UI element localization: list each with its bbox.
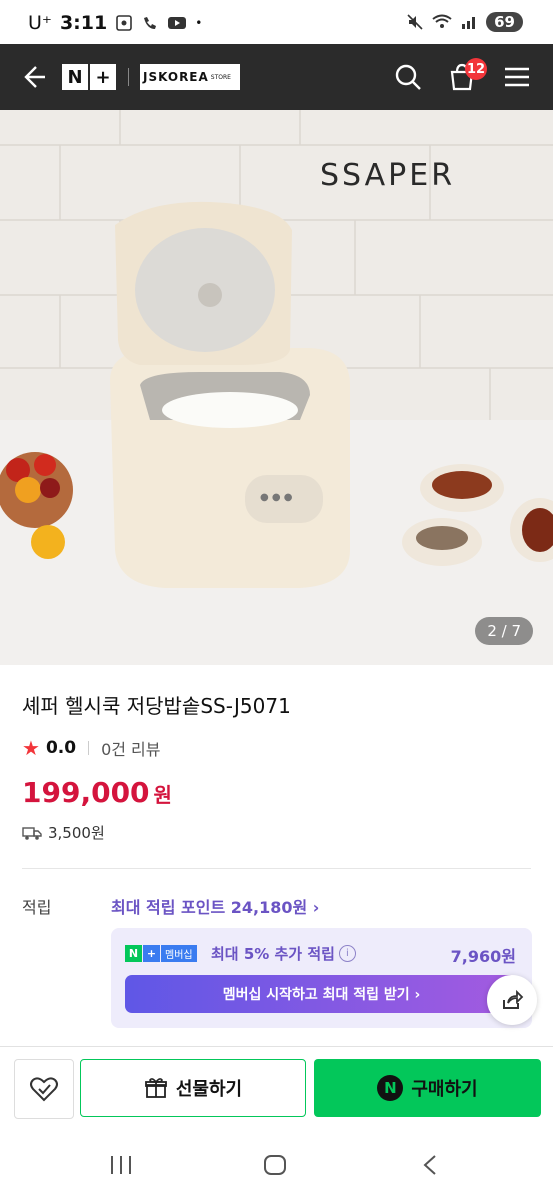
membership-extra-points: 최대 5% 추가 적립 i <box>211 943 356 964</box>
header-divider <box>128 68 129 86</box>
image-counter: 2 / 7 <box>475 617 533 645</box>
status-bar: U⁺ 3:11 • 69 <box>0 0 553 44</box>
hero-brand-text: SSAPER <box>320 158 456 193</box>
rating-row[interactable]: ★ 0.0 0건 리뷰 <box>22 736 161 760</box>
points-label: 적립 <box>22 898 52 917</box>
youtube-icon <box>168 17 187 29</box>
membership-points-amount: 7,960원 <box>450 947 516 966</box>
back-arrow-icon[interactable] <box>18 62 48 92</box>
share-icon <box>503 989 524 1009</box>
section-divider <box>22 868 531 869</box>
product-image[interactable]: ● ● ● SSAPER 2 / 7 <box>0 110 553 665</box>
mute-icon <box>407 14 423 30</box>
cart-count-badge: 12 <box>465 58 487 80</box>
dot-icon: • <box>195 16 203 30</box>
review-count[interactable]: 0건 리뷰 <box>101 736 160 760</box>
store-name: JSKOREA <box>143 70 209 84</box>
star-icon: ★ <box>22 736 40 760</box>
naver-plus-membership-badge: N + 멤버십 <box>125 945 197 962</box>
product-photo: ● ● ● <box>0 110 553 665</box>
logo-n: N <box>62 64 88 90</box>
shipping-amount: 3,500원 <box>48 824 105 842</box>
carrier-label: U⁺ <box>28 12 52 34</box>
recent-apps-icon[interactable] <box>108 1154 134 1176</box>
top-navigation-bar: N + JSKOREA STORE 12 <box>0 44 553 110</box>
store-suffix: STORE <box>210 73 231 81</box>
menu-icon[interactable] <box>502 62 532 92</box>
max-points-link[interactable]: 최대 적립 포인트 24,180원 › <box>111 894 319 918</box>
system-navigation-bar <box>0 1130 553 1200</box>
wishlist-button[interactable] <box>14 1059 74 1119</box>
svg-text:● ● ●: ● ● ● <box>260 492 293 503</box>
heart-icon <box>30 1077 58 1102</box>
info-icon[interactable]: i <box>338 945 356 962</box>
membership-extra-text: 최대 5% 추가 적립 <box>211 945 335 963</box>
price-unit: 원 <box>153 783 172 807</box>
naver-pay-icon: N <box>377 1075 404 1101</box>
rating-score: 0.0 <box>45 738 77 758</box>
product-title: 셰퍼 헬시쿡 저당밥솥SS-J5071 <box>22 694 291 718</box>
clock: 3:11 <box>59 12 108 34</box>
buy-label: 구매하기 <box>411 1079 478 1100</box>
screenshot-icon <box>116 15 133 31</box>
buy-button[interactable]: N 구매하기 <box>314 1059 541 1117</box>
purchase-bar: 선물하기 N 구매하기 <box>0 1046 553 1131</box>
shipping-fee: 3,500원 <box>22 822 105 843</box>
product-price: 199,000 원 <box>22 776 172 809</box>
store-logo[interactable]: JSKOREA STORE <box>140 64 240 90</box>
search-icon[interactable] <box>393 62 423 92</box>
back-nav-icon[interactable] <box>420 1154 440 1176</box>
badge-label: 멤버십 <box>161 945 197 962</box>
price-value: 199,000 <box>22 776 150 809</box>
gift-button[interactable]: 선물하기 <box>80 1059 306 1117</box>
badge-plus: + <box>143 945 160 962</box>
badge-n: N <box>125 945 142 962</box>
call-icon <box>144 17 157 29</box>
membership-points-box: N + 멤버십 최대 5% 추가 적립 i 7,960원 멤버십 시작하고 최대… <box>111 928 532 1028</box>
signal-icon <box>462 17 476 29</box>
gift-label: 선물하기 <box>175 1079 243 1100</box>
battery-indicator: 69 <box>486 12 523 32</box>
home-icon[interactable] <box>263 1154 287 1176</box>
share-button[interactable] <box>487 975 537 1025</box>
membership-start-button[interactable]: 멤버십 시작하고 최대 적립 받기 › <box>125 975 518 1013</box>
wifi-icon <box>432 14 452 28</box>
naver-plus-logo[interactable]: N + <box>62 64 118 90</box>
truck-icon <box>22 826 42 840</box>
gift-icon <box>144 1078 167 1098</box>
logo-plus: + <box>90 64 116 90</box>
rating-divider <box>88 741 90 755</box>
